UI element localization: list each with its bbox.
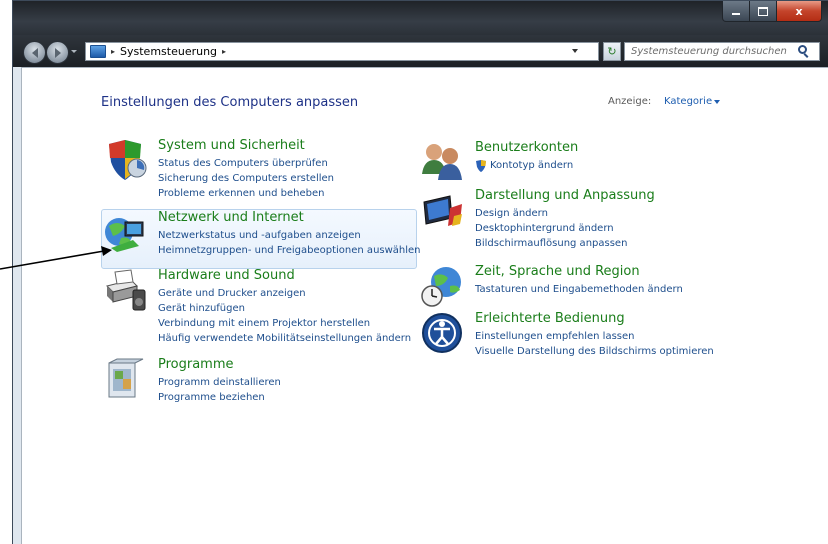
shield-icon: [109, 140, 147, 180]
category-title[interactable]: Erleichterte Bedienung: [475, 311, 625, 326]
forward-button[interactable]: [46, 41, 69, 64]
category-link[interactable]: Einstellungen empfehlen lassen: [475, 329, 714, 344]
address-dropdown-icon[interactable]: [572, 49, 578, 53]
category-title[interactable]: Netzwerk und Internet: [158, 210, 304, 225]
refresh-icon: ↻: [607, 45, 617, 58]
category-link[interactable]: Status des Computers überprüfen: [158, 156, 334, 171]
chevron-down-icon[interactable]: [714, 100, 720, 104]
category-link[interactable]: Programm deinstallieren: [158, 375, 281, 390]
category-link[interactable]: Gerät hinzufügen: [158, 301, 411, 316]
network-globe-icon: [105, 218, 144, 252]
globe-clock-icon: [421, 267, 461, 307]
maximize-button[interactable]: [750, 1, 777, 22]
back-button[interactable]: [23, 41, 46, 64]
maximize-icon: [758, 6, 768, 16]
address-bar[interactable]: ▸ Systemsteuerung ▸: [85, 42, 599, 61]
breadcrumb-separator-2[interactable]: ▸: [222, 47, 226, 56]
category-link[interactable]: Sicherung des Computers erstellen: [158, 171, 334, 186]
category-link[interactable]: Kontotyp ändern: [475, 158, 573, 173]
category-link[interactable]: Heimnetzgruppen- und Freigabeoptionen au…: [158, 243, 421, 258]
refresh-button[interactable]: ↻: [603, 42, 621, 61]
accessibility-icon: [422, 313, 462, 353]
category-title[interactable]: System und Sicherheit: [158, 138, 305, 153]
category-link[interactable]: Netzwerkstatus und -aufgaben anzeigen: [158, 228, 421, 243]
control-panel-window: x ▸ Systemsteuerung ▸ ↻ Systemsteuerung …: [12, 0, 828, 544]
category-title[interactable]: Hardware und Sound: [158, 268, 295, 283]
close-icon: x: [795, 4, 803, 18]
minimize-icon: [732, 13, 740, 15]
category-link[interactable]: Desktophintergrund ändern: [475, 221, 627, 236]
category-link[interactable]: Tastaturen und Eingabemethoden ändern: [475, 282, 683, 297]
recent-pages-dropdown[interactable]: [71, 50, 77, 53]
category-link[interactable]: Probleme erkennen und beheben: [158, 186, 334, 201]
link-text[interactable]: Kontotyp ändern: [490, 158, 573, 173]
category-link[interactable]: Häufig verwendete Mobilitätseinstellunge…: [158, 331, 411, 346]
users-icon: [422, 144, 462, 180]
category-link[interactable]: Visuelle Darstellung des Bildschirms opt…: [475, 344, 714, 359]
view-selector[interactable]: Kategorie: [664, 96, 712, 107]
control-panel-icon: [90, 45, 106, 58]
forward-arrow-icon: [54, 47, 61, 58]
printer-speaker-icon: [106, 269, 146, 311]
display-icon: [423, 195, 462, 226]
close-button[interactable]: x: [777, 1, 822, 22]
breadcrumb-separator[interactable]: ▸: [111, 47, 115, 56]
category-link[interactable]: Design ändern: [475, 206, 627, 221]
programs-icon: [108, 358, 144, 398]
uac-shield-icon: [476, 159, 486, 172]
back-arrow-icon: [31, 47, 38, 58]
minimize-button[interactable]: [722, 1, 750, 22]
category-title[interactable]: Zeit, Sprache und Region: [475, 264, 640, 279]
category-title[interactable]: Programme: [158, 357, 234, 372]
search-input[interactable]: Systemsteuerung durchsuchen: [624, 42, 820, 61]
breadcrumb-control-panel[interactable]: Systemsteuerung: [120, 45, 217, 58]
control-panel-content: Einstellungen des Computers anpassen Anz…: [21, 67, 828, 544]
category-title[interactable]: Benutzerkonten: [475, 140, 578, 155]
navigation-bar: ▸ Systemsteuerung ▸ ↻ Systemsteuerung du…: [13, 35, 828, 67]
view-label: Anzeige:: [608, 96, 652, 107]
title-bar: x: [13, 1, 828, 35]
category-link[interactable]: Verbindung mit einem Projektor herstelle…: [158, 316, 411, 331]
category-link[interactable]: Programme beziehen: [158, 390, 281, 405]
search-icon[interactable]: [798, 45, 807, 54]
category-link[interactable]: Geräte und Drucker anzeigen: [158, 286, 411, 301]
page-title: Einstellungen des Computers anpassen: [101, 95, 359, 110]
category-link[interactable]: Bildschirmauflösung anpassen: [475, 236, 627, 251]
category-title[interactable]: Darstellung und Anpassung: [475, 188, 655, 203]
